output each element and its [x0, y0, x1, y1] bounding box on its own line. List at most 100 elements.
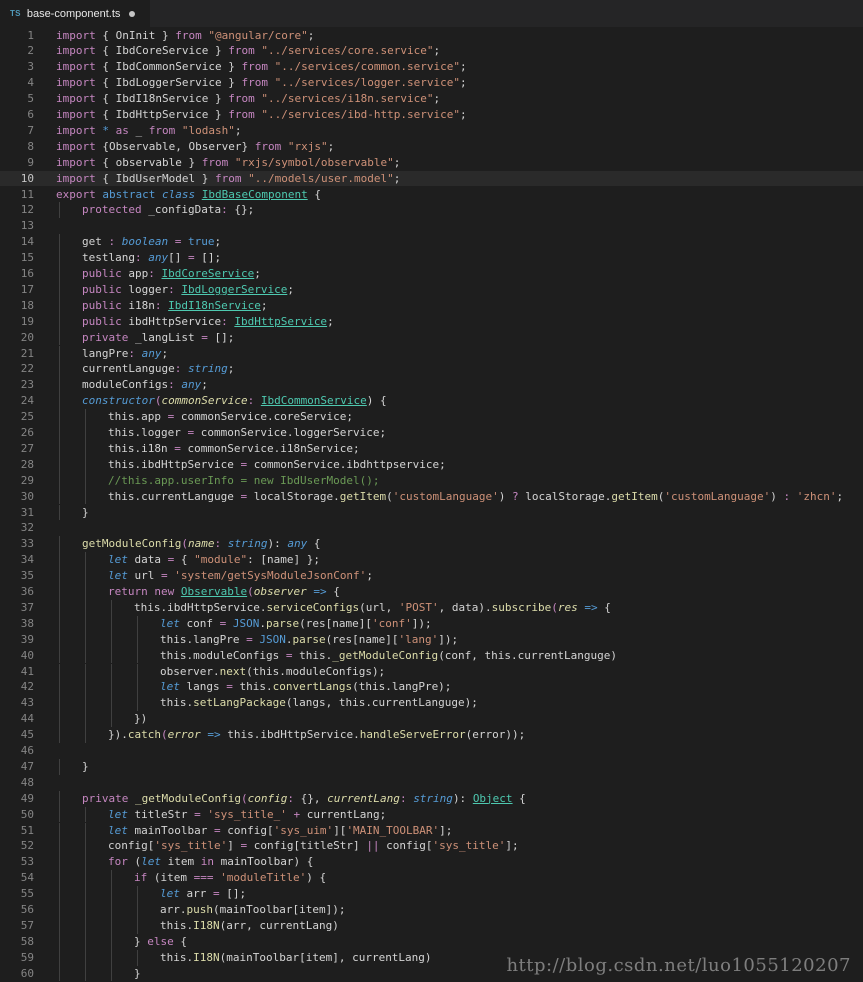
code-line[interactable]: 41 observer.next(this.moduleConfigs); [0, 663, 863, 680]
code-text: import { IbdHttpService } from "../servi… [56, 107, 467, 123]
code-token: ): [267, 537, 288, 551]
code-line[interactable]: 2 import { IbdCoreService } from "../serv… [0, 43, 863, 59]
code-line[interactable]: 45}).catch(error => this.ibdHttpService.… [0, 727, 863, 743]
code-line[interactable]: 21 langPre: any; [0, 345, 863, 362]
line-number: 4 [27, 76, 34, 90]
code-line[interactable]: 53 for (let item in mainToolbar) { [0, 854, 863, 871]
code-token: config[ [220, 823, 274, 837]
code-token: let [160, 887, 180, 901]
code-line[interactable]: 47} [0, 758, 863, 775]
code-line[interactable]: 34 let data = { "module": [name] }; [0, 552, 863, 569]
code-line[interactable]: 3 import { IbdCommonService } from "../se… [0, 59, 863, 75]
line-number: 14 [20, 235, 34, 249]
code-line[interactable]: 18 public i18n: IbdI18nService; [0, 297, 863, 314]
code-line[interactable]: 38 let conf = JSON.parse(res[name]['conf'… [0, 615, 863, 632]
code-line[interactable]: 48 [0, 775, 863, 791]
code-line[interactable]: 49 private _getModuleConfig(config: {}, c… [0, 790, 863, 807]
code-line[interactable]: 6 import { IbdHttpService } from "../serv… [0, 107, 863, 123]
code-line[interactable]: 19 public ibdHttpService: IbdHttpService; [0, 313, 863, 330]
code-token: this. [160, 950, 194, 964]
indent-guide [59, 870, 60, 887]
code-token: ibdHttpService [121, 314, 222, 328]
code-text: import { IbdCommonService } from "../ser… [56, 59, 467, 75]
code-line[interactable]: 11 export abstract class IbdBaseComponent… [0, 187, 863, 203]
code-line[interactable]: 17 public logger: IbdLoggerService; [0, 281, 863, 298]
code-line[interactable]: 27 this.i18n = commonService.i18nService; [0, 440, 863, 457]
code-line[interactable]: 55 let arr = []; [0, 886, 863, 902]
code-line[interactable]: 58} else { [0, 933, 863, 950]
code-line[interactable]: 54 if (item === 'moduleTitle') { [0, 870, 863, 887]
code-line[interactable]: 14 get : boolean = true; [0, 234, 863, 251]
unsaved-dot-icon[interactable] [129, 10, 136, 17]
code-line[interactable]: 12 protected _configData: {}; [0, 202, 863, 219]
code-text: import { IbdLoggerService } from "../ser… [56, 75, 467, 91]
code-line[interactable]: 57 this.I18N(arr, currentLang) [0, 917, 863, 934]
code-token: (res[name][ [299, 616, 372, 630]
code-text: public logger: IbdLoggerService; [82, 282, 294, 298]
tab-base-component-ts[interactable]: TS base-component.ts [0, 0, 150, 27]
code-text: protected _configData: {}; [82, 202, 254, 218]
code-line[interactable]: 23 moduleConfigs: any; [0, 377, 863, 394]
code-token: 'sys_title' [154, 839, 228, 853]
code-token: conf [179, 616, 220, 630]
code-line[interactable]: 56 arr.push(mainToolbar[item]); [0, 902, 863, 918]
indent-guide [85, 568, 86, 584]
code-token: //this.app.userInfo = new IbdUserModel()… [108, 473, 380, 487]
indent-guide [59, 361, 60, 378]
code-token: : [221, 203, 228, 217]
code-line[interactable]: 51 let mainToolbar = config['sys_uim']['M… [0, 822, 863, 839]
line-number: 19 [20, 314, 34, 328]
code-line[interactable]: 25 this.app = commonService.coreService; [0, 409, 863, 425]
code-line[interactable]: 33 getModuleConfig(name: string): any { [0, 536, 863, 553]
code-line[interactable]: 35 let url = 'system/getSysModuleJsonConf… [0, 568, 863, 584]
code-line[interactable]: 32 [0, 520, 863, 536]
code-line[interactable]: 46 [0, 743, 863, 759]
code-line[interactable]: 16 public app: IbdCoreService; [0, 266, 863, 282]
code-line[interactable]: 9 import { observable } from "rxjs/symbol… [0, 155, 863, 171]
code-token: }). [108, 728, 128, 742]
indent-guide [85, 695, 86, 712]
code-line[interactable]: 42 let langs = this.convertLangs(this.lan… [0, 679, 863, 696]
code-line[interactable]: 52 config['sys_title'] = config[titleStr]… [0, 838, 863, 855]
code-line[interactable]: 13 [0, 218, 863, 234]
code-line[interactable]: 7 import * as _ from "lodash"; [0, 123, 863, 139]
code-line[interactable]: 40 this.moduleConfigs = this._getModuleCo… [0, 647, 863, 664]
code-line[interactable]: 24 constructor(commonService: IbdCommonSe… [0, 393, 863, 410]
code-text: //this.app.userInfo = new IbdUserModel()… [108, 473, 380, 489]
code-token: { IbdI18nService } [95, 92, 229, 106]
indent-guide [85, 806, 86, 823]
code-token: []; [219, 887, 247, 901]
code-line[interactable]: 10 import { IbdUserModel } from "../model… [0, 170, 863, 187]
code-text: } else { [134, 934, 187, 950]
code-token: if [134, 871, 148, 885]
code-line[interactable]: 30 this.currentLanguge = localStorage.get… [0, 488, 863, 505]
code-line[interactable]: 8 import {Observable, Observer} from "rxj… [0, 139, 863, 155]
code-line[interactable]: 44}) [0, 711, 863, 728]
code-line[interactable]: 28 this.ibdHttpService = commonService.ib… [0, 456, 863, 473]
code-line[interactable]: 22 currentLanguge: string; [0, 361, 863, 378]
code-line[interactable]: 29 //this.app.userInfo = new IbdUserModel… [0, 472, 863, 489]
code-line[interactable]: 37 this.ibdHttpService.serviceConfigs(url… [0, 599, 863, 616]
code-token: (arr, currentLang) [219, 918, 339, 932]
code-token: (url, [359, 600, 399, 614]
code-line[interactable]: 1 import { OnInit } from "@angular/core"; [0, 28, 863, 44]
code-line[interactable]: 50 let titleStr = 'sys_title_' + currentL… [0, 806, 863, 823]
code-line[interactable]: 26 this.logger = commonService.loggerServ… [0, 425, 863, 441]
indent-guide [85, 933, 86, 950]
code-token: : [128, 346, 135, 360]
code-token: I18N [193, 918, 220, 932]
code-line[interactable]: 39 this.langPre = JSON.parse(res[name]['l… [0, 631, 863, 648]
code-line[interactable]: 36 return new Observable(observer => { [0, 584, 863, 600]
code-line[interactable]: 4 import { IbdLoggerService } from "../se… [0, 75, 863, 91]
code-line[interactable]: 31} [0, 504, 863, 521]
code-line[interactable]: 15 testlang: any[] = []; [0, 250, 863, 266]
watermark: http://blog.csdn.net/luo1055120207 [506, 955, 851, 976]
code-line[interactable]: 20 private _langList = []; [0, 329, 863, 346]
code-editor[interactable]: 1 import { OnInit } from "@angular/core";… [0, 27, 863, 982]
code-line[interactable]: 5 import { IbdI18nService } from "../serv… [0, 91, 863, 107]
code-line[interactable]: 43 this.setLangPackage(langs, this.curren… [0, 695, 863, 712]
code-token: item [161, 855, 201, 869]
indent-guide [111, 870, 112, 887]
